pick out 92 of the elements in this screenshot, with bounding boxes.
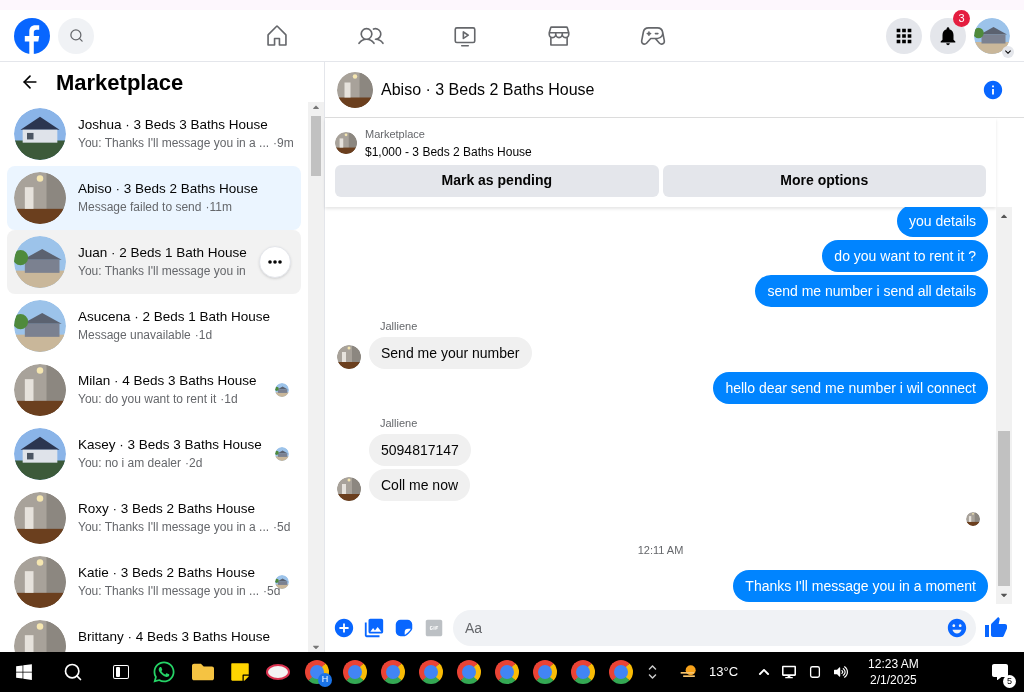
message-time: ·5d: [273, 519, 291, 536]
chat-title: Abiso · 3 Beds 2 Baths House: [381, 79, 595, 100]
menu-button[interactable]: [886, 17, 922, 54]
browser-icon[interactable]: [381, 660, 405, 684]
message-bubble: Thanks I'll message you in a moment: [733, 570, 988, 602]
browser-icon[interactable]: [609, 660, 633, 684]
weather-temperature: 13°C: [709, 663, 739, 682]
sender-name: Jalliene: [380, 417, 418, 429]
more-button[interactable]: [259, 246, 291, 278]
add-icon[interactable]: [333, 617, 355, 639]
dots-icon: [268, 260, 282, 264]
timestamp: 12:11 AM: [637, 543, 684, 557]
folder-icon[interactable]: [192, 661, 214, 683]
browser-icon[interactable]: [495, 660, 519, 684]
search-icon: [68, 28, 84, 43]
message-field[interactable]: Aa: [453, 610, 976, 646]
message-time: ·2d: [184, 455, 203, 472]
conversation-item[interactable]: Abiso · 3 Beds 2 Baths House Message failed to send ·11m: [7, 166, 301, 230]
conversation-title: Roxy · 3 Beds 2 Baths House: [78, 500, 257, 518]
message-bubble: Send me your number: [369, 337, 532, 369]
browser-icon[interactable]: [419, 660, 443, 684]
message-time: ·11m: [205, 199, 232, 216]
message-bubble: Coll me now: [369, 469, 471, 501]
search-button[interactable]: [58, 17, 94, 54]
message-time: ·1d: [220, 391, 238, 408]
conversation-title: Kasey · 3 Beds 3 Baths House: [78, 436, 262, 454]
message-bubble: send me number i send all details: [755, 275, 988, 307]
message-bubble: 5094817147: [369, 434, 471, 466]
listing-title: $1,000 - 3 Beds 2 Baths House: [365, 143, 532, 161]
scrollbar-thumb[interactable]: [998, 431, 1010, 586]
sticker-icon[interactable]: [393, 617, 415, 639]
photo-icon[interactable]: [363, 617, 385, 639]
facebook-logo[interactable]: [14, 17, 50, 54]
action-button[interactable]: More options: [662, 164, 986, 197]
browser-icon[interactable]: [571, 660, 595, 684]
message-bubble: you details: [897, 206, 988, 237]
conversation-item[interactable]: Juan · 2 Beds 1 Bath House You: Thanks I'll message you in: [7, 230, 301, 294]
device-icon[interactable]: [808, 665, 823, 679]
message-preview: You: do you want to rent it: [78, 391, 217, 408]
clock[interactable]: 12:23 AM 2/1/2025: [868, 656, 919, 688]
taskbar-scroll-icon[interactable]: [648, 663, 657, 681]
chevron-icon[interactable]: [758, 666, 771, 678]
start-icon[interactable]: [15, 663, 33, 681]
message-time: ·1d: [194, 327, 213, 344]
conversation-item[interactable]: Katie · 3 Beds 2 Baths House You: Thanks I'll message you in ... ·5d: [7, 550, 301, 614]
info-icon[interactable]: [982, 78, 1004, 101]
search-icon[interactable]: [63, 662, 83, 682]
volume-icon[interactable]: [834, 665, 849, 679]
message-preview: You: Thanks I'll message you in: [78, 263, 246, 280]
chat-app-icon[interactable]: [152, 660, 176, 684]
home-icon[interactable]: [264, 22, 290, 49]
notification-count: 5: [1003, 675, 1016, 688]
message-preview: You: Thanks I'll message you in a ...: [78, 135, 270, 152]
message-preview: You: no i am dealer: [78, 455, 181, 472]
action-button[interactable]: Mark as pending: [335, 164, 659, 197]
message-preview: Message unavailable: [78, 327, 191, 344]
conversation-item[interactable]: Kasey · 3 Beds 3 Baths House You: no i am dealer ·2d: [7, 422, 301, 486]
emoji-icon[interactable]: [946, 617, 968, 639]
conversation-title: Milan · 4 Beds 3 Baths House: [78, 372, 257, 390]
notification-icon[interactable]: [992, 664, 1008, 680]
message-time: ·9m: [273, 135, 294, 152]
conversation-title: Joshua · 3 Beds 3 Baths House: [78, 116, 269, 134]
note-icon[interactable]: [230, 662, 250, 682]
sidebar-title: Marketplace: [56, 68, 184, 97]
conversation-item[interactable]: Milan · 4 Beds 3 Baths House You: do you want to rent it ·1d: [7, 358, 301, 422]
task-view-icon[interactable]: [113, 664, 129, 680]
message-time: ·5d: [263, 583, 281, 600]
network-icon[interactable]: [782, 665, 797, 679]
scrollbar-thumb[interactable]: [311, 116, 321, 176]
conversation-item[interactable]: Roxy · 3 Beds 2 Baths House You: Thanks I'll message you in a ... ·5d: [7, 486, 301, 550]
like-icon[interactable]: [984, 616, 1008, 640]
listing-label: Marketplace: [365, 127, 426, 142]
conversation-item[interactable]: Asucena · 2 Beds 1 Bath House Message unavailable ·1d: [7, 294, 301, 358]
scrollbar[interactable]: [996, 206, 1012, 604]
conversation-title: Asucena · 2 Beds 1 Bath House: [78, 308, 271, 326]
conversation-title: Juan · 2 Beds 1 Bath House: [78, 244, 247, 262]
conversation-item[interactable]: Joshua · 3 Beds 3 Baths House You: Thanks I'll message you in a ... ·9m: [7, 102, 301, 166]
scrollbar[interactable]: [308, 102, 324, 652]
message-preview: You: Thanks I'll message you in ...: [78, 583, 260, 600]
browser-icon[interactable]: H: [305, 660, 329, 684]
conversation-title: Abiso · 3 Beds 2 Baths House: [78, 180, 259, 198]
message-bubble: do you want to rent it ?: [822, 240, 988, 272]
message-preview: You: Thanks I'll message you in a ...: [78, 519, 270, 536]
browser-icon[interactable]: [533, 660, 557, 684]
message-preview: Message failed to send: [78, 199, 202, 216]
browser-icon[interactable]: [343, 660, 367, 684]
conversation-title: Katie · 3 Beds 2 Baths House: [78, 564, 257, 582]
browser-icon[interactable]: [457, 660, 481, 684]
message-bubble: hello dear send me number i wil connect: [713, 372, 988, 404]
sender-name: Jalliene: [380, 320, 418, 332]
conversation-title: Brittany · 4 Beds 3 Baths House: [78, 628, 271, 646]
profile-badge: H: [318, 673, 332, 687]
